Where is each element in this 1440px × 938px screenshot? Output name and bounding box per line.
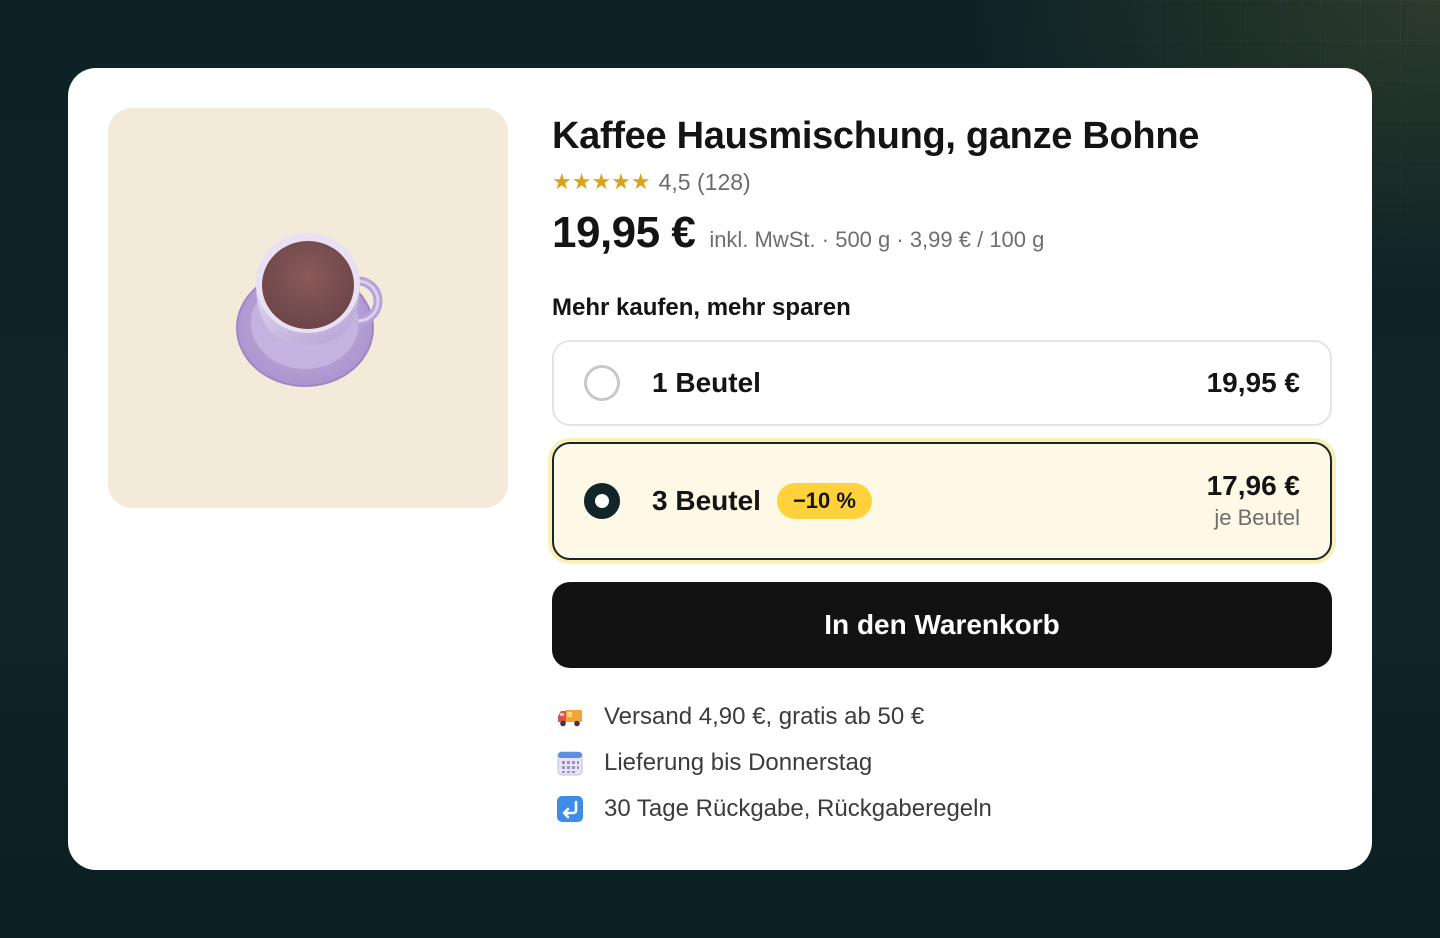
product-title: Kaffee Hausmischung, ganze Bohne xyxy=(552,115,1200,157)
product-price: 19,95 € xyxy=(552,208,696,257)
product-info: Kaffee Hausmischung, ganze Bohne ★★★★★ 4… xyxy=(552,108,1332,832)
feature-text: Versand 4,90 €, gratis ab 50 € xyxy=(604,703,925,730)
calendar-icon xyxy=(556,749,584,777)
radio-unselected[interactable] xyxy=(584,365,620,401)
feature-text: Lieferung bis Donnerstag xyxy=(604,749,873,776)
feature-text: 30 Tage Rückgabe, Rückgaberegeln xyxy=(604,795,992,822)
add-to-cart-button[interactable]: In den Warenkorb xyxy=(552,582,1332,668)
radio-selected[interactable] xyxy=(584,483,620,519)
option-label: 3 Beutel xyxy=(652,485,761,516)
truck-icon xyxy=(556,703,584,731)
price-row: 19,95 € inkl. MwSt. · 500 g · 3,99 € / 1… xyxy=(552,208,1332,270)
option-price: 19,95 € xyxy=(1206,367,1300,398)
discount-badge: −10 % xyxy=(776,483,872,519)
rating-text: 4,5 (128) xyxy=(658,169,751,195)
product-image xyxy=(108,108,508,508)
bundle-heading: Mehr kaufen, mehr sparen xyxy=(552,294,851,321)
star-rating-icon: ★★★★★ xyxy=(552,169,651,194)
option-price-unit: je Beutel xyxy=(1214,505,1300,530)
feature-returns[interactable]: 30 Tage Rückgabe, Rückgaberegeln xyxy=(552,786,1332,832)
coffee-cup-icon xyxy=(236,233,383,387)
option-label: 1 Beutel xyxy=(652,367,761,398)
bundle-option-3[interactable]: 3 Beutel −10 % 17,96 € je Beutel xyxy=(552,442,1332,560)
rating[interactable]: ★★★★★ 4,5 (128) xyxy=(552,168,1332,196)
feature-list: Versand 4,90 €, gratis ab 50 € Lieferung xyxy=(552,694,1332,832)
option-price-block: 17,96 € je Beutel xyxy=(1207,469,1300,533)
feature-delivery: Lieferung bis Donnerstag xyxy=(552,740,1332,786)
feature-shipping: Versand 4,90 €, gratis ab 50 € xyxy=(552,694,1332,740)
product-card: Kaffee Hausmischung, ganze Bohne ★★★★★ 4… xyxy=(68,68,1372,870)
price-meta: inkl. MwSt. · 500 g · 3,99 € / 100 g xyxy=(709,227,1045,252)
bundle-option-1[interactable]: 1 Beutel 19,95 € xyxy=(552,340,1332,426)
option-price: 17,96 € xyxy=(1206,470,1300,501)
option-price-block: 19,95 € xyxy=(1207,366,1300,400)
return-arrow-icon xyxy=(556,795,584,823)
